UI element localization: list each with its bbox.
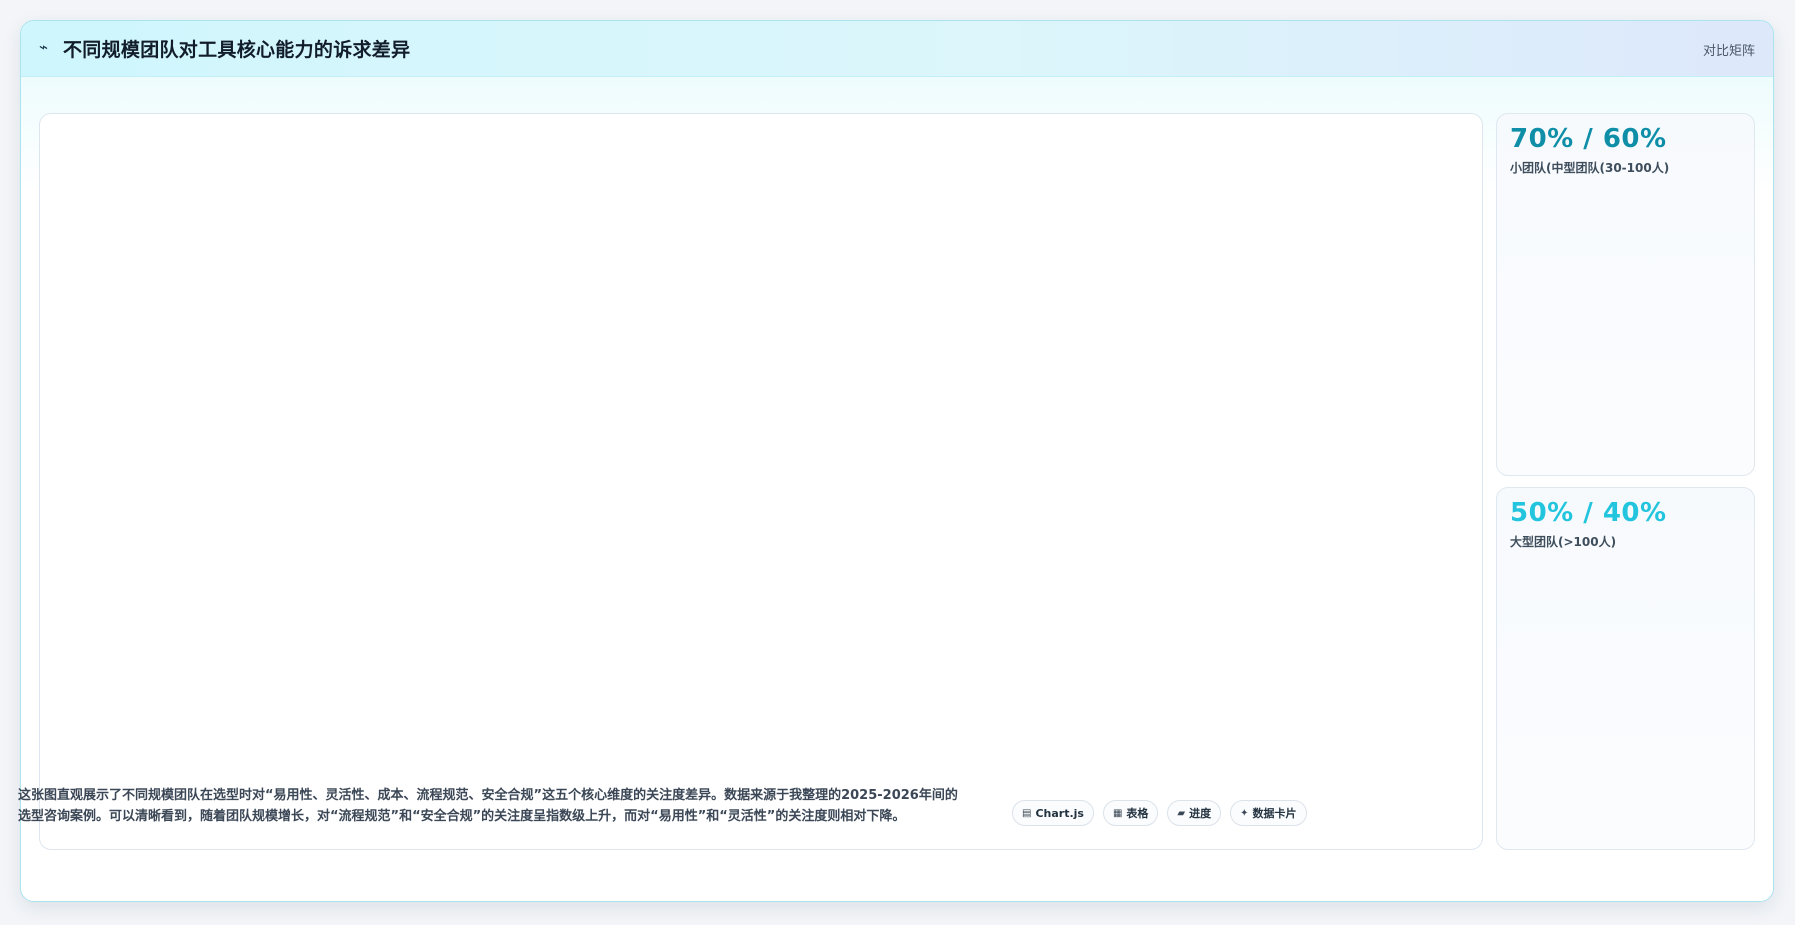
chart-canvas-area (39, 113, 1483, 850)
trend-line-icon: ⌁ (39, 38, 49, 56)
stat-card-large-team: 50% / 40% 大型团队(>100人) (1496, 487, 1755, 850)
progress-icon: ▰ (1177, 807, 1186, 819)
pill-chartjs[interactable]: ▤ Chart.js (1012, 800, 1094, 826)
pill-label: 数据卡片 (1252, 807, 1297, 820)
card-body: 70% / 60% 小团队(中型团队(30-100人) 50% / 40% 大型… (21, 77, 1773, 901)
stat-value: 70% / 60% (1510, 124, 1667, 154)
pill-label: Chart.js (1035, 806, 1084, 820)
stat-label: 小团队(中型团队(30-100人) (1510, 161, 1670, 175)
card-title: 不同规模团队对工具核心能力的诉求差异 (63, 39, 411, 61)
sparkle-icon: ✦ (1240, 807, 1249, 819)
pill-progress[interactable]: ▰ 进度 (1167, 800, 1222, 826)
view-option-pills: ▤ Chart.js ▦ 表格 ▰ 进度 ✦ 数据卡片 (1012, 800, 1307, 826)
chart-icon: ▤ (1022, 807, 1032, 819)
chart-description: 这张图直观展示了不同规模团队在选型时对“易用性、灵活性、成本、流程规范、安全合规… (18, 788, 958, 824)
pill-label: 进度 (1189, 807, 1212, 820)
pill-table[interactable]: ▦ 表格 (1102, 800, 1159, 826)
stat-label: 大型团队(>100人) (1510, 535, 1617, 549)
pill-label: 表格 (1126, 807, 1149, 820)
stat-value: 50% / 40% (1510, 498, 1667, 528)
card-header: ⌁ 不同规模团队对工具核心能力的诉求差异 对比矩阵 (21, 21, 1773, 77)
table-icon: ▦ (1112, 807, 1123, 819)
stat-card-small-team: 70% / 60% 小团队(中型团队(30-100人) (1496, 113, 1755, 476)
pill-data-card[interactable]: ✦ 数据卡片 (1230, 800, 1307, 826)
view-type-tag: 对比矩阵 (1702, 44, 1755, 59)
comparison-card: ⌁ 不同规模团队对工具核心能力的诉求差异 对比矩阵 70% / 60% 小团队(… (20, 20, 1774, 902)
